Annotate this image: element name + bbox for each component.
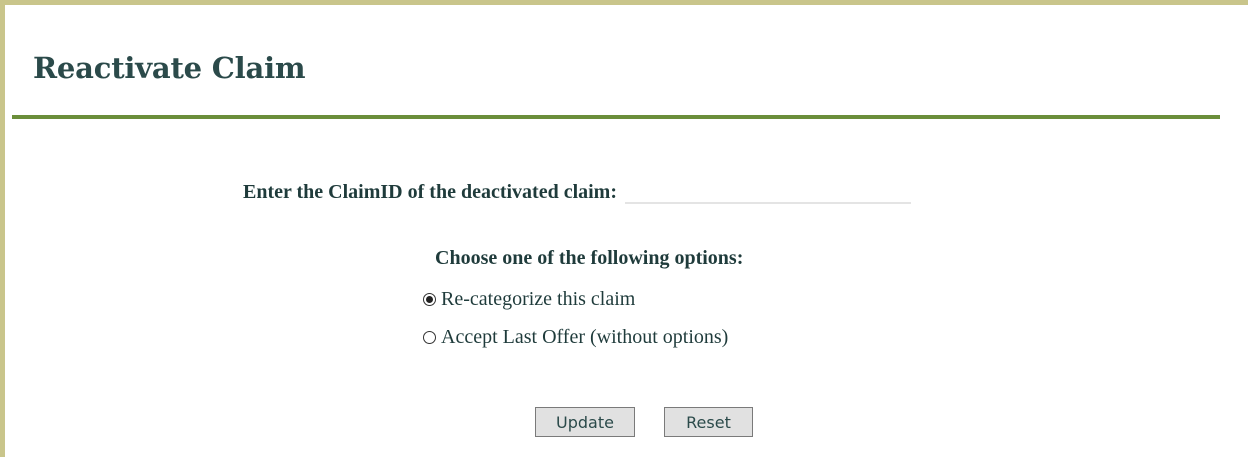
form-buttons: Update Reset — [535, 407, 753, 437]
radio-accept-last-offer[interactable] — [423, 331, 436, 344]
options-heading: Choose one of the following options: — [435, 247, 744, 269]
update-button[interactable]: Update — [535, 407, 635, 437]
reset-button[interactable]: Reset — [664, 407, 753, 437]
claim-id-label: Enter the ClaimID of the deactivated cla… — [243, 181, 618, 203]
option-recategorize-label: Re-categorize this claim — [441, 288, 636, 310]
option-accept-last-offer[interactable]: Accept Last Offer (without options) — [423, 326, 728, 349]
title-divider — [12, 115, 1220, 119]
page-title: Reactivate Claim — [33, 51, 306, 85]
option-accept-last-offer-label: Accept Last Offer (without options) — [441, 326, 729, 348]
claim-id-input[interactable] — [625, 180, 912, 204]
radio-recategorize[interactable] — [423, 293, 436, 306]
page-frame: Reactivate Claim Enter the ClaimID of th… — [0, 0, 1248, 457]
claim-id-row: Enter the ClaimID of the deactivated cla… — [243, 180, 912, 204]
option-recategorize[interactable]: Re-categorize this claim — [423, 288, 635, 311]
